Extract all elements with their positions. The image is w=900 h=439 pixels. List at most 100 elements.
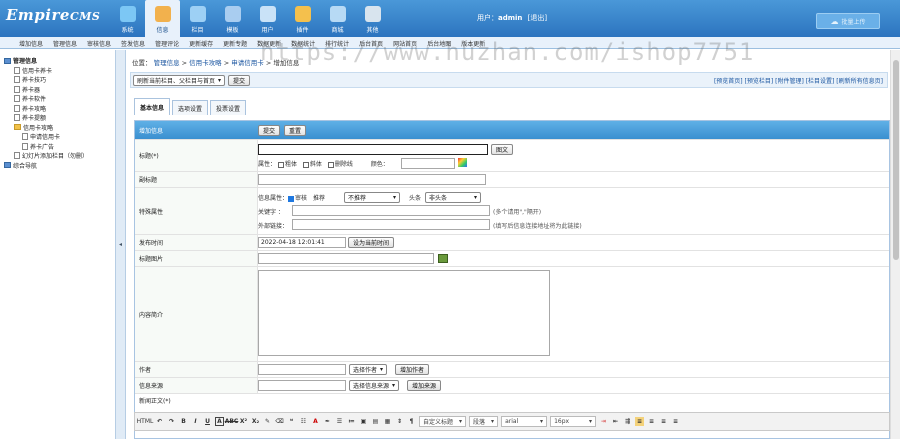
form-reset-button[interactable]: 重置 [284,124,307,136]
undo-icon[interactable]: ↶ [155,417,164,426]
strike-checkbox[interactable] [327,161,334,168]
set-now-button[interactable]: 设为当前时间 [348,237,395,248]
sidebar-item[interactable]: 养卡攻略 [4,104,115,114]
indent-icon[interactable]: ⇶ [623,417,632,426]
subnav-item[interactable]: 签发信息 [116,37,150,48]
subscript-icon[interactable]: X₂ [251,417,260,426]
select-all-icon[interactable]: ▣ [359,417,368,426]
nav-plugin-tools[interactable]: 插件 [285,0,320,37]
subnav-item[interactable]: 审核信息 [82,37,116,48]
titlepic-input[interactable] [258,253,434,264]
sidebar-item[interactable]: 养卡软件 [4,94,115,104]
nav-shop-cart[interactable]: 商城 [320,0,355,37]
color-picker-icon[interactable] [458,158,467,167]
paragraph-select[interactable]: 段落 ▾ [469,416,499,427]
italic-checkbox[interactable] [302,161,309,168]
subnav-item[interactable]: 排行统计 [320,37,354,48]
subnav-item[interactable]: 数据更新 [252,37,286,48]
align-right-icon[interactable]: ≡ [659,417,668,426]
row-spacing-icon[interactable]: ⇕ [395,417,404,426]
add-source-button[interactable]: 增加来源 [407,380,442,391]
nav-gear[interactable]: 其他 [355,0,390,37]
align-left-icon[interactable]: ≡ [635,417,645,426]
author-input[interactable] [258,364,346,375]
logout-link[interactable]: [退出] [528,14,547,22]
refresh-select[interactable]: 刷新当前栏目、父栏目与首页 ▾ [133,74,226,86]
subnav-item[interactable]: 后台首页 [354,37,388,48]
paragraph-spacing-icon[interactable]: ¶ [407,417,416,426]
source-input[interactable] [258,380,346,391]
sidebar-item[interactable]: 养卡技巧 [4,75,115,85]
subnav-item[interactable]: 更新专题 [218,37,252,48]
title-input[interactable] [258,144,488,155]
subnav-item[interactable]: 版本更新 [456,37,490,48]
sidebar-item[interactable]: 养卡广告 [4,142,115,152]
tab-options[interactable]: 选项设置 [172,100,209,115]
clean-doc-icon[interactable]: ▤ [371,417,380,426]
subnav-item[interactable]: 管理评论 [150,37,184,48]
subnav-item[interactable]: 数据统计 [286,37,320,48]
quote-icon[interactable]: ❝ [287,417,296,426]
intro-textarea[interactable] [258,270,550,356]
underline-icon[interactable]: U [203,417,212,426]
ordered-list-icon[interactable]: ☰ [335,417,344,426]
highlight-icon[interactable]: ✒ [323,417,332,426]
bold-checkbox[interactable] [277,161,284,168]
code-icon[interactable]: ☷ [299,417,308,426]
recommend-select[interactable]: 不推荐 ▾ [344,192,400,203]
subnav-item[interactable]: 管理信息 [48,37,82,48]
align-center-icon[interactable]: ≡ [647,417,656,426]
bold-icon[interactable]: B [179,417,188,426]
quick-links[interactable]: [预览首页] [预览栏目] [附件管理] [栏目设置] [刷新所有信息页] [714,76,883,85]
font-border-icon[interactable]: A [215,417,224,426]
image-select-icon[interactable] [438,254,448,263]
italic-icon[interactable]: I [191,417,200,426]
sidebar-item[interactable]: 综合导航 [4,161,115,171]
tab-vote[interactable]: 投票设置 [210,100,247,115]
sidebar-item[interactable]: 幻灯片添加栏目（勿删） [4,151,115,161]
nav-system[interactable]: 系统 [110,0,145,37]
color-input[interactable] [401,158,455,169]
subnav-item[interactable]: 网站首页 [388,37,422,48]
headline-select[interactable]: 非头条 ▾ [425,192,481,203]
title-pic-button[interactable]: 图文 [491,144,514,155]
sidebar-item[interactable]: 信用卡攻略 [4,123,115,133]
tab-basic[interactable]: 基本信息 [134,98,171,115]
align-justify-icon[interactable]: ≡ [671,417,680,426]
font-family-select[interactable]: arial ▾ [501,416,548,427]
strikethrough-icon[interactable]: ABC [225,417,239,426]
sidebar-item[interactable]: 养卡器 [4,85,115,95]
check-checkbox[interactable] [288,195,295,202]
rtl-icon[interactable]: ⇤ [611,417,620,426]
breadcrumb-link-guide[interactable]: 信用卡攻略 [189,59,222,67]
subnav-item[interactable]: 后台地图 [422,37,456,48]
add-author-button[interactable]: 增加作者 [395,364,430,375]
custom-heading-select[interactable]: 自定义标题 ▾ [419,416,467,427]
refresh-submit-button[interactable]: 提交 [228,74,251,86]
paste-text-icon[interactable]: ▦ [383,417,392,426]
subnav-item[interactable]: 增加信息 [14,37,48,48]
superscript-icon[interactable]: X² [239,417,248,426]
pubtime-input[interactable]: 2022-04-18 12:01:41 [258,237,346,248]
nav-info-edit[interactable]: 信息 [145,0,180,37]
redo-icon[interactable]: ↷ [167,417,176,426]
sidebar-collapse-handle[interactable]: ◂ [116,50,126,439]
font-size-select[interactable]: 16px ▾ [550,416,597,427]
nav-column[interactable]: 栏目 [180,0,215,37]
keyword-input[interactable] [292,205,490,216]
scrollbar-thumb[interactable] [893,60,899,260]
subnav-item[interactable]: 更新缓存 [184,37,218,48]
tree-root[interactable]: 管理信息 [4,56,115,66]
author-select[interactable]: 选择作者 ▾ [349,364,388,375]
batch-upload-button[interactable]: ☁ 批量上传 [816,13,880,29]
nav-template[interactable]: 模板 [215,0,250,37]
form-submit-button[interactable]: 提交 [258,124,281,136]
unordered-list-icon[interactable]: ≔ [347,417,356,426]
breadcrumb-link-manage[interactable]: 管理信息 [154,59,180,67]
subtitle-input[interactable] [258,174,486,185]
sidebar-item[interactable]: 申请信用卡 [4,132,115,142]
outlink-input[interactable] [292,219,490,230]
html-source-icon[interactable]: HTML [137,417,154,426]
nav-user[interactable]: 用户 [250,0,285,37]
clear-format-icon[interactable]: ⌫ [275,417,284,426]
